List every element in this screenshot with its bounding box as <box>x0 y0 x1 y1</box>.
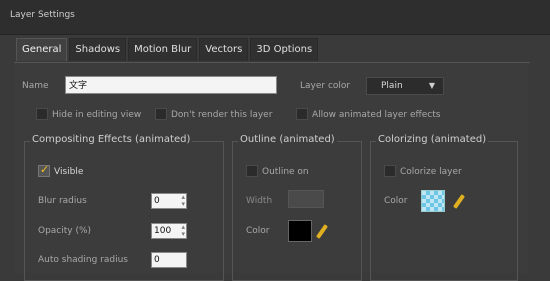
auto-shading-label: Auto shading radius <box>38 255 128 265</box>
compositing-group-title: Compositing Effects (animated) <box>30 134 193 145</box>
opacity-label: Opacity (%) <box>38 226 92 236</box>
hide-in-editing-view-label: Hide in editing view <box>52 110 142 120</box>
allow-animated-effects-label: Allow animated layer effects <box>312 110 441 120</box>
colorize-color-label: Color <box>384 196 408 206</box>
chevron-down-icon: ▼ <box>428 81 435 90</box>
outline-group-title: Outline (animated) <box>238 134 337 145</box>
outline-on-label: Outline on <box>262 167 309 177</box>
tab-vectors[interactable]: Vectors <box>199 38 249 61</box>
blur-radius-input[interactable]: 0 ▴ ▾ <box>151 193 187 209</box>
opacity-value: 100 <box>154 226 172 236</box>
dont-render-label: Don't render this layer <box>171 110 273 120</box>
blur-radius-value: 0 <box>154 196 160 206</box>
title-bar: Layer Settings <box>0 0 550 35</box>
colorize-layer-label: Colorize layer <box>400 167 462 177</box>
opacity-input[interactable]: 100 ▴ ▾ <box>151 223 187 239</box>
visible-checkbox[interactable] <box>38 163 50 177</box>
outline-color-label: Color <box>246 226 270 236</box>
hide-in-editing-view-checkbox[interactable] <box>36 108 48 120</box>
tab-motion-blur[interactable]: Motion Blur <box>128 38 198 61</box>
outline-color-swatch[interactable] <box>288 220 312 242</box>
layer-color-dropdown[interactable]: Plain ▼ <box>366 77 444 95</box>
dont-render-checkbox[interactable] <box>155 108 167 120</box>
outline-width-input[interactable] <box>288 190 324 208</box>
blur-radius-label: Blur radius <box>38 196 87 206</box>
outline-on-checkbox[interactable] <box>246 165 258 177</box>
tab-shadows[interactable]: Shadows <box>69 38 127 61</box>
name-input[interactable]: 文字 <box>65 76 277 94</box>
colorize-color-swatch[interactable] <box>421 190 445 212</box>
window-title: Layer Settings <box>10 10 75 20</box>
tab-general[interactable]: General <box>16 38 68 61</box>
layer-color-label: Layer color <box>300 81 351 91</box>
allow-animated-effects-checkbox[interactable] <box>296 108 308 120</box>
colorize-layer-checkbox[interactable] <box>384 165 396 177</box>
layer-color-value: Plain <box>381 81 403 91</box>
auto-shading-input[interactable]: 0 <box>151 252 187 268</box>
visible-label: Visible <box>54 167 84 177</box>
tab-bar: General Shadows Motion Blur Vectors 3D O… <box>16 38 320 62</box>
colorizing-group-title: Colorizing (animated) <box>376 134 489 145</box>
auto-shading-value: 0 <box>154 255 160 265</box>
spinner-icon[interactable]: ▴ ▾ <box>181 194 185 208</box>
spinner-icon[interactable]: ▴ ▾ <box>181 224 185 238</box>
outline-width-label: Width <box>246 196 273 206</box>
tab-3d-options[interactable]: 3D Options <box>250 38 319 61</box>
outline-group <box>232 141 362 281</box>
name-label: Name <box>22 81 49 91</box>
